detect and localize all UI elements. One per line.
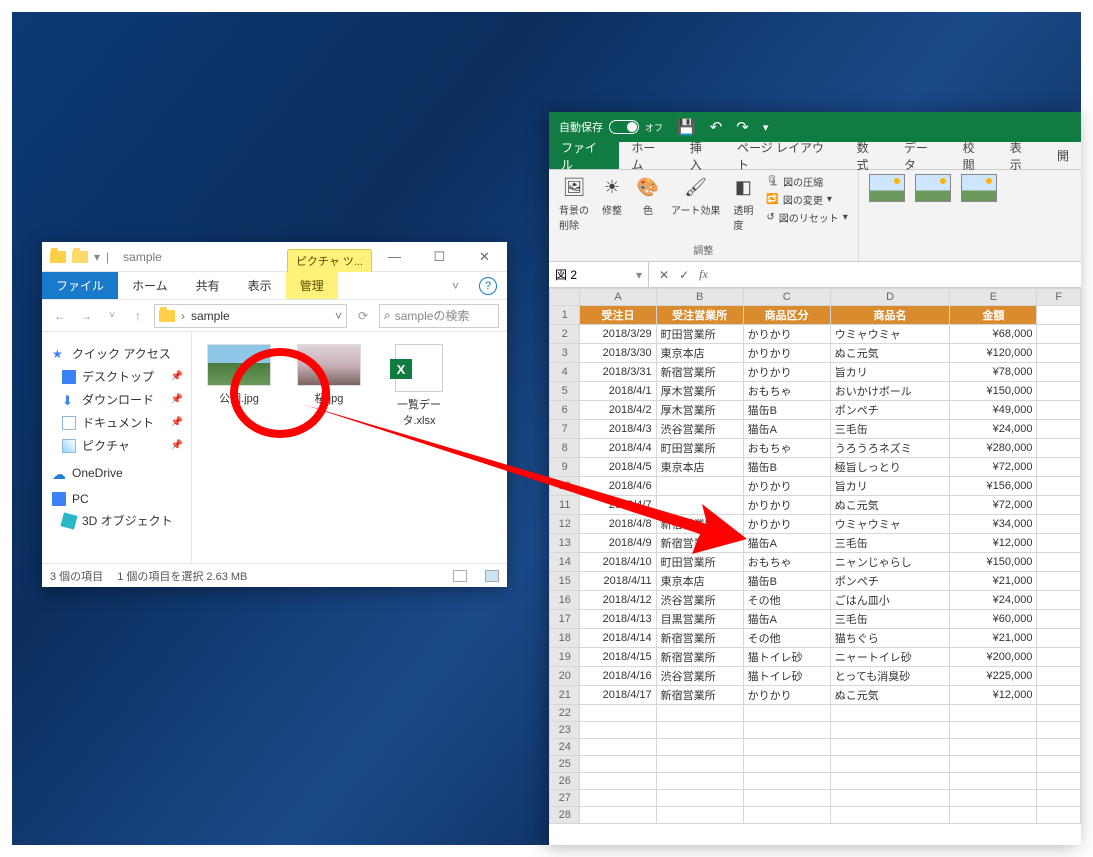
maximize-button[interactable]: ☐ [417,242,462,271]
excel-ribbon-tabs: ファイル ホーム 挿入 ページ レイアウト 数式 データ 校閲 表示 開 [549,142,1081,170]
cancel-icon[interactable]: ✕ [659,268,669,282]
status-item-count: 3 個の項目 [50,568,103,584]
name-box[interactable]: 図 2▾ [549,262,649,287]
explorer-window: ▾ | sample ピクチャ ツ... — ☐ ✕ ファイル ホーム 共有 表… [42,242,507,587]
tab-view[interactable]: 表示 [234,272,286,299]
artistic-effects-button[interactable]: 🖌アート効果 [671,174,720,217]
file-item-sakura[interactable]: 桜.jpg [294,344,364,406]
tab-formulas[interactable]: 数式 [845,142,892,169]
search-input[interactable]: sampleの検索 [379,304,499,328]
tab-home[interactable]: ホーム [619,142,677,169]
nav-back-button[interactable]: ← [50,309,70,323]
enter-icon[interactable]: ✓ [679,268,689,282]
tab-share[interactable]: 共有 [182,272,234,299]
tab-developer[interactable]: 開 [1045,142,1081,169]
tab-data[interactable]: データ [892,142,951,169]
nav-desktop[interactable]: デスクトップ📌 [42,365,191,388]
nav-pc[interactable]: PC [42,489,191,509]
folder-icon [50,251,66,263]
nav-forward-button[interactable]: → [76,309,96,323]
tab-view[interactable]: 表示 [998,142,1045,169]
nav-up-button[interactable]: ↑ [128,309,148,323]
tab-review[interactable]: 校閲 [951,142,998,169]
excel-ribbon: 🖼背景の 削除 ☀修整 🎨色 🖌アート効果 ◧透明 度 🗜図の圧縮 🔁図の変更▾… [549,170,1081,262]
tab-home[interactable]: ホーム [118,272,182,299]
nav-onedrive[interactable]: ☁OneDrive [42,463,191,483]
nav-3d-objects[interactable]: 3D オブジェクト [42,509,191,532]
address-segment[interactable]: sample [191,309,230,323]
save-icon[interactable]: 💾 [677,118,696,136]
transparency-button[interactable]: ◧透明 度 [730,174,756,232]
ribbon-group-label: 調整 [693,240,713,257]
folder-icon [72,251,88,263]
tab-file[interactable]: ファイル [42,272,118,299]
excel-window: 自動保存オフ 💾 ↶ ↷ ▾ ファイル ホーム 挿入 ページ レイアウト 数式 … [549,112,1081,845]
contextual-tab-picture-tools[interactable]: ピクチャ ツ... [287,249,372,272]
picture-style-thumb[interactable] [869,174,905,202]
corrections-button[interactable]: ☀修整 [599,174,625,217]
thumbnail-icon [207,344,271,386]
redo-icon[interactable]: ↷ [736,118,749,136]
color-button[interactable]: 🎨色 [635,174,661,217]
file-list: 公園.jpg 桜.jpg 一覧データ.xlsx [192,332,507,563]
view-large-icons-icon[interactable] [485,570,499,582]
change-picture-button[interactable]: 🔁図の変更▾ [766,192,847,207]
nav-pictures[interactable]: ピクチャ📌 [42,434,191,457]
excel-titlebar[interactable]: 自動保存オフ 💾 ↶ ↷ ▾ [549,112,1081,142]
minimize-button[interactable]: — [372,242,417,271]
folder-icon [159,310,175,322]
nav-quick-access[interactable]: ★クイック アクセス [42,342,191,365]
navigation-pane: ★クイック アクセス デスクトップ📌 ⬇ダウンロード📌 ドキュメント📌 ピクチャ… [42,332,192,563]
qat-customize-icon[interactable]: ▾ [763,121,769,134]
remove-background-button[interactable]: 🖼背景の 削除 [559,174,589,232]
nav-downloads[interactable]: ⬇ダウンロード📌 [42,388,191,411]
explorer-ribbon-tabs: ファイル ホーム 共有 表示 管理 ˅ ? [42,272,507,300]
thumbnail-icon [297,344,361,386]
file-item-list-xlsx[interactable]: 一覧データ.xlsx [384,344,454,428]
window-title: sample [117,242,287,271]
spreadsheet-grid[interactable]: ABCDEF1受注日受注営業所商品区分商品名金額22018/3/29町田営業所か… [549,288,1081,845]
compress-pictures-button[interactable]: 🗜図の圧縮 [766,174,847,189]
view-details-icon[interactable] [453,570,467,582]
reset-picture-button[interactable]: ↺図のリセット▾ [766,210,847,225]
file-item-park[interactable]: 公園.jpg [204,344,274,406]
nav-documents[interactable]: ドキュメント📌 [42,411,191,434]
address-bar[interactable]: › sample ˅ [154,304,347,328]
tab-insert[interactable]: 挿入 [678,142,725,169]
tab-file[interactable]: ファイル [549,142,619,169]
explorer-titlebar[interactable]: ▾ | sample ピクチャ ツ... — ☐ ✕ [42,242,507,272]
undo-icon[interactable]: ↶ [710,118,723,136]
excel-file-icon [395,344,443,392]
help-icon[interactable]: ? [479,277,497,295]
status-bar: 3 個の項目 1 個の項目を選択 2.63 MB [42,563,507,587]
fx-icon[interactable]: fx [699,267,708,282]
autosave-toggle[interactable] [609,120,639,134]
tab-page-layout[interactable]: ページ レイアウト [725,142,845,169]
tab-manage[interactable]: 管理 [286,272,338,299]
picture-style-thumb[interactable] [961,174,997,202]
nav-history-button[interactable]: ˅ [102,310,122,321]
status-selection: 1 個の項目を選択 2.63 MB [117,568,247,584]
refresh-button[interactable]: ⟳ [353,309,373,323]
picture-style-thumb[interactable] [915,174,951,202]
close-button[interactable]: ✕ [462,242,507,271]
